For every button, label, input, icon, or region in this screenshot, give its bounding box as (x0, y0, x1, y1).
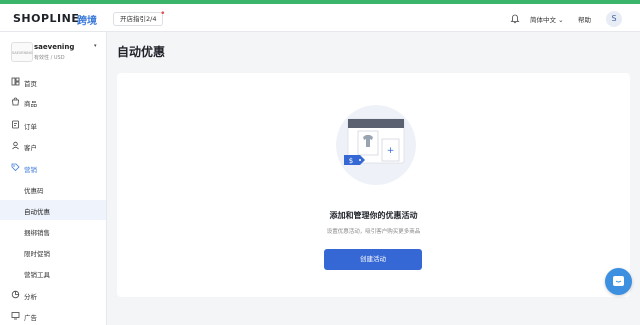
sidebar-subitem-auto-discounts[interactable]: 自动优惠 (0, 200, 106, 220)
sidebar-item-products[interactable]: 商品 (0, 92, 106, 112)
sidebar-item-label: 订单 (24, 123, 37, 131)
user-avatar[interactable]: S (606, 11, 622, 27)
sidebar-subitem-discount-codes[interactable]: 优惠码 (0, 179, 106, 199)
sidebar-item-analytics[interactable]: 分析 (0, 285, 106, 305)
shopline-logo[interactable]: SHOPLINE (13, 12, 79, 25)
store-switcher[interactable]: SAEVENING saevening ▾ 有效性 / USD (8, 40, 103, 66)
chat-icon (613, 276, 624, 286)
guide-notification-dot: • (160, 9, 166, 19)
top-bar: SHOPLINE 跨境 开店指引2/4 • 简体中文 ⌄ 帮助 S (0, 4, 640, 32)
language-label: 简体中文 (530, 16, 556, 24)
order-icon (12, 120, 19, 129)
store-setup-guide-button[interactable]: 开店指引2/4 • (113, 9, 166, 26)
chat-support-button[interactable] (605, 268, 632, 295)
ads-icon (11, 312, 20, 320)
sidebar-item-label: 营销 (24, 166, 37, 174)
sidebar: SAEVENING saevening ▾ 有效性 / USD 首页 商品 订单… (0, 32, 107, 325)
sidebar-item-label: 客户 (24, 144, 37, 152)
page-title: 自动优惠 (117, 45, 166, 59)
create-campaign-button[interactable]: 创建活动 (324, 249, 422, 270)
sidebar-item-home[interactable]: 首页 (0, 72, 106, 92)
store-name: saevening (34, 43, 75, 51)
sidebar-item-label: 商品 (24, 100, 37, 108)
caret-down-icon: ▾ (94, 43, 97, 49)
help-link[interactable]: 帮助 (578, 14, 591, 24)
logo-subtitle: 跨境 (77, 16, 97, 27)
home-icon (11, 77, 20, 86)
sidebar-item-ads[interactable]: 广告 (0, 306, 106, 325)
notification-bell-icon[interactable] (510, 14, 520, 24)
customer-icon (12, 141, 19, 150)
guide-label: 开店指引2/4 (120, 15, 157, 23)
chevron-down-icon: ⌄ (558, 16, 564, 24)
store-subtitle: 有效性 / USD (34, 55, 65, 61)
empty-state-title: 添加和管理你的优惠活动 (329, 211, 418, 220)
sidebar-subitem-bundle-sales[interactable]: 捆绑销售 (0, 221, 106, 241)
empty-state-card: + $ 添加和管理你的优惠活动 设置优惠活动，吸引客户购买更多商品 创建活动 (117, 73, 630, 297)
empty-state-subtitle: 设置优惠活动，吸引客户购买更多商品 (326, 229, 421, 235)
sidebar-subitem-marketing-tools[interactable]: 营销工具 (0, 263, 106, 283)
product-icon (12, 97, 19, 106)
store-logo: SAEVENING (11, 42, 33, 62)
analytics-icon (11, 290, 20, 299)
language-selector[interactable]: 简体中文 ⌄ (530, 14, 564, 24)
sidebar-item-label: 首页 (24, 80, 37, 88)
discount-illustration: + $ (336, 105, 416, 185)
sidebar-item-customers[interactable]: 客户 (0, 136, 106, 156)
price-tag-icon: $ (349, 157, 353, 165)
sidebar-item-orders[interactable]: 订单 (0, 115, 106, 135)
sidebar-item-label: 分析 (24, 293, 37, 301)
sidebar-item-label: 广告 (24, 314, 37, 322)
plus-icon: + (387, 146, 395, 156)
tag-icon (11, 163, 20, 172)
sidebar-item-marketing[interactable]: 营销 (0, 158, 106, 178)
sidebar-subitem-flash-sales[interactable]: 限时促销 (0, 242, 106, 262)
